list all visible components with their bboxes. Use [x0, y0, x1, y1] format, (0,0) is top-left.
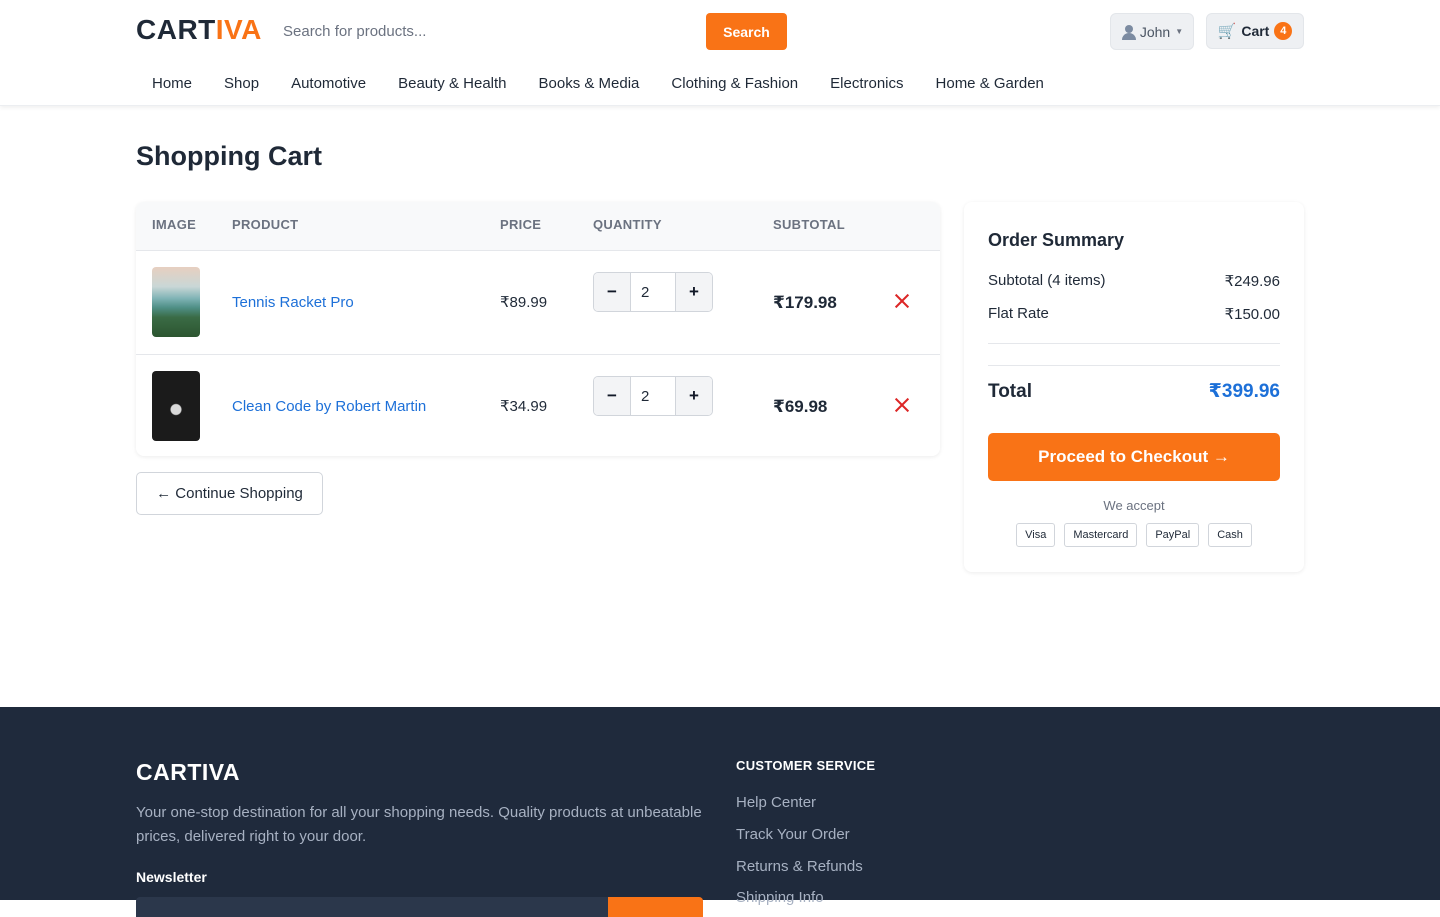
- footer-link-returns-refunds[interactable]: Returns & Refunds: [736, 858, 863, 875]
- summary-subtotal-row: Subtotal (4 items) ₹249.96: [988, 272, 1280, 290]
- footer-description: Your one-stop destination for all your s…: [136, 804, 702, 845]
- summary-total-value: ₹399.96: [1208, 381, 1280, 402]
- cart-label: Cart: [1241, 23, 1270, 39]
- summary-total-row: Total ₹399.96: [988, 380, 1280, 403]
- summary-divider: [988, 343, 1280, 344]
- column-header-quantity: QUANTITY: [593, 217, 662, 232]
- footer-link-track-order[interactable]: Track Your Order: [736, 826, 850, 843]
- site-footer: CARTIVA Your one-stop destination for al…: [0, 707, 1440, 917]
- nav-item-books-media[interactable]: Books & Media: [523, 66, 656, 102]
- product-thumbnail[interactable]: [152, 371, 200, 441]
- search-bar: Search: [270, 13, 787, 50]
- quantity-stepper: − +: [593, 376, 713, 416]
- user-icon: [1121, 24, 1137, 40]
- column-header-subtotal: SUBTOTAL: [773, 217, 845, 232]
- nav-item-clothing-fashion[interactable]: Clothing & Fashion: [655, 66, 814, 102]
- we-accept-label: We accept: [1103, 498, 1165, 513]
- increase-quantity-button[interactable]: +: [676, 377, 712, 415]
- decrease-quantity-button[interactable]: −: [594, 377, 630, 415]
- payment-method-visa: Visa: [1016, 523, 1056, 547]
- footer-link-help-center[interactable]: Help Center: [736, 794, 816, 811]
- order-summary: Order Summary Subtotal (4 items) ₹249.96…: [964, 202, 1304, 572]
- search-input[interactable]: [270, 13, 706, 50]
- row-subtotal: ₹69.98: [773, 397, 828, 416]
- increase-quantity-button[interactable]: +: [676, 273, 712, 311]
- cart-row: Clean Code by Robert Martin ₹34.99 − + ₹…: [136, 354, 940, 456]
- logo-accent: IVA: [215, 14, 262, 45]
- nav-item-automotive[interactable]: Automotive: [275, 66, 382, 102]
- summary-shipping-row: Flat Rate ₹150.00: [988, 305, 1280, 323]
- logo-main: CART: [136, 14, 216, 45]
- nav-item-home-garden[interactable]: Home & Garden: [920, 66, 1060, 102]
- cart-table: IMAGE PRODUCT PRICE QUANTITY SUBTOTAL Te…: [136, 202, 940, 456]
- user-menu-button[interactable]: John ▼: [1110, 13, 1194, 50]
- cart-icon: 🛒: [1217, 23, 1237, 40]
- cart-count-badge: 4: [1274, 22, 1293, 40]
- column-header-image: IMAGE: [152, 217, 197, 232]
- search-button[interactable]: Search: [706, 13, 787, 50]
- summary-divider: [988, 365, 1280, 366]
- cart-button[interactable]: 🛒 Cart 4: [1206, 13, 1304, 49]
- product-name-link[interactable]: Tennis Racket Pro: [232, 251, 354, 354]
- quantity-input[interactable]: [630, 273, 676, 311]
- main-nav: Home Shop Automotive Beauty & Health Boo…: [136, 66, 1060, 102]
- customer-service-heading: CUSTOMER SERVICE: [736, 758, 876, 773]
- newsletter-email-input[interactable]: [136, 897, 608, 917]
- summary-shipping-value: ₹150.00: [1224, 306, 1280, 323]
- footer-link-shipping-info[interactable]: Shipping Info: [736, 889, 824, 906]
- site-header: CARTIVA Search John ▼ 🛒 Cart 4 Home Shop…: [0, 0, 1440, 106]
- nav-item-beauty-health[interactable]: Beauty & Health: [382, 66, 522, 102]
- newsletter-heading: Newsletter: [136, 869, 207, 885]
- payment-methods: Visa Mastercard PayPal Cash: [964, 523, 1304, 547]
- summary-total-label: Total: [988, 380, 1032, 402]
- summary-subtotal-label: Subtotal (4 items): [988, 272, 1106, 289]
- quantity-stepper: − +: [593, 272, 713, 312]
- column-header-product: PRODUCT: [232, 217, 299, 232]
- user-name: John: [1139, 23, 1171, 40]
- product-name-link[interactable]: Clean Code by Robert Martin: [232, 355, 426, 456]
- decrease-quantity-button[interactable]: −: [594, 273, 630, 311]
- cart-row: Tennis Racket Pro ₹89.99 − + ₹179.98: [136, 251, 940, 354]
- order-summary-title: Order Summary: [988, 230, 1125, 250]
- newsletter-subscribe-button[interactable]: [608, 897, 703, 917]
- row-subtotal: ₹179.98: [773, 293, 837, 312]
- payment-method-cash: Cash: [1208, 523, 1252, 547]
- nav-item-home[interactable]: Home: [136, 66, 208, 102]
- quantity-input[interactable]: [630, 377, 676, 415]
- summary-subtotal-value: ₹249.96: [1224, 273, 1280, 290]
- cart-table-header: IMAGE PRODUCT PRICE QUANTITY SUBTOTAL: [136, 202, 940, 251]
- summary-shipping-label: Flat Rate: [988, 305, 1049, 322]
- proceed-to-checkout-button[interactable]: Proceed to Checkout →: [988, 433, 1280, 481]
- footer-logo: CARTIVA: [136, 759, 241, 785]
- page-title: Shopping Cart: [136, 141, 322, 171]
- continue-shopping-button[interactable]: ← Continue Shopping: [136, 472, 323, 515]
- nav-item-electronics[interactable]: Electronics: [814, 66, 919, 102]
- remove-item-icon[interactable]: [892, 395, 912, 415]
- nav-item-shop[interactable]: Shop: [208, 66, 275, 102]
- column-header-price: PRICE: [500, 217, 542, 232]
- chevron-down-icon: ▼: [1175, 27, 1184, 36]
- payment-method-mastercard: Mastercard: [1064, 523, 1138, 547]
- product-price: ₹89.99: [500, 294, 548, 311]
- product-price: ₹34.99: [500, 398, 548, 415]
- payment-method-paypal: PayPal: [1146, 523, 1200, 547]
- product-thumbnail[interactable]: [152, 267, 200, 337]
- site-logo[interactable]: CARTIVA: [136, 14, 262, 46]
- remove-item-icon[interactable]: [892, 291, 912, 311]
